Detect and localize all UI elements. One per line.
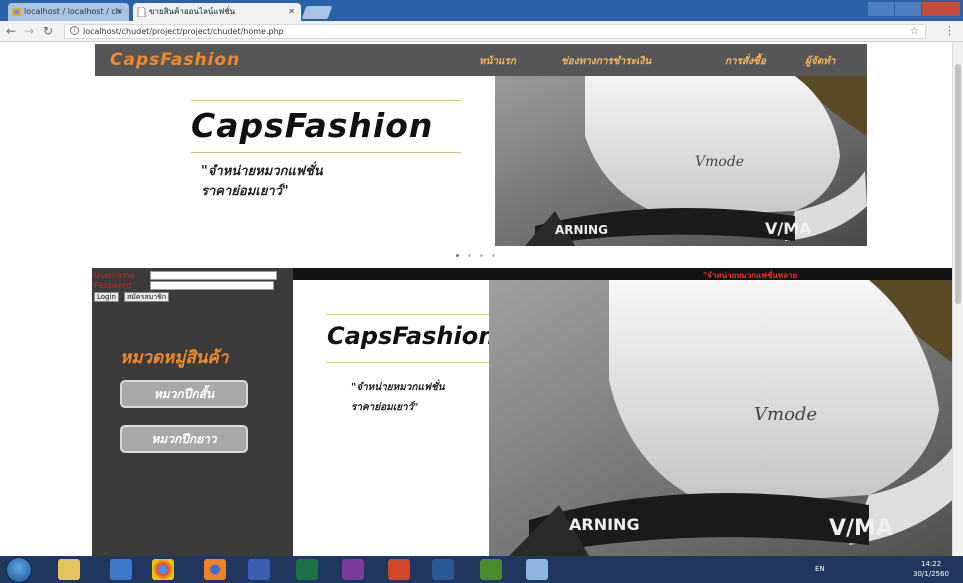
- sidebar: Username Password Login สมัครสมาชิก หมวด…: [92, 268, 293, 556]
- media-player-icon[interactable]: [110, 559, 132, 580]
- info-icon[interactable]: i: [70, 26, 79, 35]
- scrollbar-thumb[interactable]: [955, 64, 961, 304]
- site-header: CapsFashion หน้าแรก ช่องทางการชำระเงิน ก…: [95, 44, 867, 76]
- clock-date[interactable]: 30/1/2560: [913, 570, 949, 578]
- maximize-button[interactable]: [895, 2, 921, 16]
- divider: [191, 152, 461, 153]
- slider-dot[interactable]: [468, 254, 471, 257]
- password-label: Password: [94, 281, 132, 290]
- svg-text:Vmode: Vmode: [695, 154, 744, 170]
- taskbar: EN 14:22 30/1/2560: [0, 556, 963, 583]
- slide-tagline: "จำหน่ายหมวกแฟชั่น: [201, 164, 323, 179]
- register-button[interactable]: สมัครสมาชิก: [124, 292, 170, 302]
- chrome-icon[interactable]: [152, 559, 174, 580]
- slide-caption: CapsFashion "จำหน่ายหมวกแฟชั่น ราคาย่อมเ…: [95, 76, 495, 246]
- firefox-icon[interactable]: [204, 559, 226, 580]
- nav-author[interactable]: ผู้จัดทำ: [805, 54, 835, 69]
- svg-text:ARNING: ARNING: [555, 223, 608, 237]
- nav-payment[interactable]: ช่องทางการชำระเงิน: [561, 54, 651, 69]
- paint-icon[interactable]: [526, 559, 548, 580]
- nav-order[interactable]: การสั่งซื้อ: [725, 54, 766, 69]
- banner-tagline: "จำหน่ายหมวกแฟชั่น: [351, 382, 445, 393]
- menu-icon[interactable]: ⋮: [944, 24, 955, 37]
- slider-dot[interactable]: [480, 254, 483, 257]
- tab-label: ขายสินค้าออนไลน์แฟชั่น: [149, 7, 236, 16]
- new-tab-button[interactable]: [301, 6, 333, 19]
- back-icon[interactable]: ←: [6, 24, 16, 38]
- marquee-bar: "จำหน่ายหมวกแฟชั่นหลาย: [293, 268, 963, 280]
- svg-text:V/MA: V/MA: [765, 219, 812, 238]
- svg-text:Vmode: Vmode: [754, 404, 817, 425]
- login-button[interactable]: Login: [94, 292, 119, 302]
- language-indicator[interactable]: EN: [815, 565, 825, 573]
- hero-slider[interactable]: CapsFashion "จำหน่ายหมวกแฟชั่น ราคาย่อมเ…: [95, 76, 867, 246]
- nav-home[interactable]: หน้าแรก: [479, 54, 516, 69]
- site-logo[interactable]: CapsFashion: [110, 50, 240, 70]
- powerpoint-icon[interactable]: [388, 559, 410, 580]
- tab-close-icon[interactable]: ✕: [288, 3, 295, 21]
- phpmyadmin-favicon: [12, 8, 21, 16]
- explorer-icon[interactable]: [58, 559, 80, 580]
- tab-close-icon[interactable]: ✕: [116, 3, 123, 21]
- password-input[interactable]: [150, 281, 274, 290]
- reload-icon[interactable]: ↻: [43, 24, 53, 38]
- onenote-icon[interactable]: [342, 559, 364, 580]
- start-button[interactable]: [6, 557, 32, 583]
- svg-text:ARNING: ARNING: [569, 515, 640, 534]
- banner-title: CapsFashion: [327, 322, 496, 350]
- username-input[interactable]: [150, 271, 277, 280]
- tab-phpmyadmin[interactable]: localhost / localhost / ch ✕: [8, 3, 129, 21]
- slider-indicators: [456, 254, 516, 260]
- tab-home[interactable]: ขายสินค้าออนไลน์แฟชั่น ✕: [133, 3, 301, 21]
- browser-toolbar: ← → ↻ i localhost/chudet/project/project…: [0, 21, 963, 42]
- category-title: หมวดหมู่สินค้า: [120, 348, 229, 368]
- svg-text:V/MA: V/MA: [829, 516, 893, 541]
- category-long-brim-button[interactable]: หมวกปีกยาว: [120, 425, 248, 453]
- vertical-scrollbar[interactable]: [952, 42, 963, 556]
- close-window-button[interactable]: [922, 2, 960, 16]
- slider-dot[interactable]: [456, 254, 459, 257]
- address-bar[interactable]: i localhost/chudet/project/project/chude…: [64, 24, 926, 39]
- word-icon[interactable]: [432, 559, 454, 580]
- minimize-button[interactable]: [868, 2, 894, 16]
- username-label: Username: [94, 271, 135, 280]
- dreamweaver-icon[interactable]: [480, 559, 502, 580]
- visio-icon[interactable]: [248, 559, 270, 580]
- forward-icon[interactable]: →: [24, 24, 34, 38]
- category-short-brim-button[interactable]: หมวกปีกสั้น: [120, 380, 248, 408]
- slide-title: CapsFashion: [191, 106, 434, 145]
- tab-label: localhost / localhost / ch: [24, 7, 121, 16]
- cap-photo: Vmode ARNING V/MA: [489, 280, 963, 556]
- main-banner: CapsFashion "จำหน่ายหมวกแฟชั่น ราคาย่อมเ…: [293, 280, 963, 556]
- banner-tagline: ราคาย่อมเยาว์": [351, 402, 419, 413]
- url-text: localhost/chudet/project/project/chudet/…: [83, 27, 284, 36]
- cap-photo: Vmode ARNING V/MA: [495, 76, 867, 246]
- star-icon[interactable]: ☆: [910, 25, 919, 38]
- screen: localhost / localhost / ch ✕ ขายสินค้าออ…: [0, 0, 963, 583]
- page-favicon: [137, 7, 146, 17]
- marquee-text: "จำหน่ายหมวกแฟชั่นหลาย: [703, 271, 798, 280]
- clock-time[interactable]: 14:22: [921, 560, 941, 568]
- browser-tabstrip: localhost / localhost / ch ✕ ขายสินค้าออ…: [0, 0, 963, 21]
- excel-icon[interactable]: [296, 559, 318, 580]
- slide-tagline: ราคาย่อมเยาว์": [201, 184, 289, 199]
- divider: [191, 100, 461, 101]
- slider-dot[interactable]: [492, 254, 495, 257]
- web-page: CapsFashion หน้าแรก ช่องทางการชำระเงิน ก…: [0, 42, 963, 556]
